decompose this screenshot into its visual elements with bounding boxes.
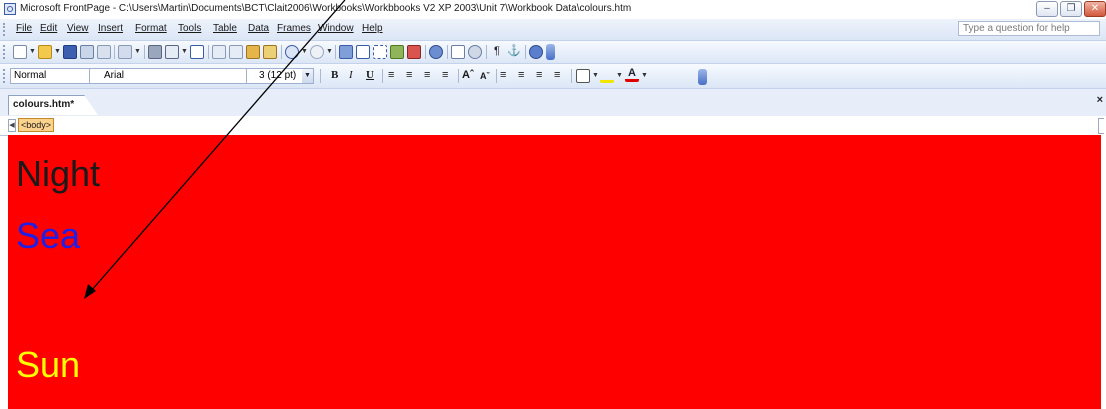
- spelling-icon[interactable]: [190, 45, 204, 59]
- menu-tools[interactable]: Tools: [178, 23, 201, 34]
- highlight-dropdown-icon[interactable]: ▼: [616, 72, 623, 79]
- font-color-dropdown-icon[interactable]: ▼: [641, 72, 648, 79]
- show-all-icon[interactable]: ¶: [490, 45, 504, 59]
- align-left-icon[interactable]: ≡: [388, 69, 394, 81]
- drawing-icon[interactable]: [407, 45, 421, 59]
- menu-file[interactable]: File: [16, 23, 32, 34]
- undo-icon[interactable]: [285, 45, 299, 59]
- folder-list-icon[interactable]: [118, 45, 132, 59]
- copy-icon[interactable]: [229, 45, 243, 59]
- redo-dropdown-icon[interactable]: ▼: [326, 48, 333, 55]
- document-tab-bar: colours.htm* ×: [0, 89, 1106, 117]
- body-tag-button[interactable]: <body>: [18, 118, 55, 132]
- open-dropdown-icon[interactable]: ▼: [54, 48, 61, 55]
- hyperlink-icon[interactable]: [429, 45, 443, 59]
- menu-edit[interactable]: Edit: [40, 23, 57, 34]
- cut-icon[interactable]: [212, 45, 226, 59]
- menu-grip-handle[interactable]: [3, 23, 8, 36]
- word-sea[interactable]: Sea: [16, 215, 80, 257]
- vertical-scrollbar[interactable]: [1101, 135, 1106, 409]
- borders-icon[interactable]: [576, 69, 590, 83]
- toolbar-grip-handle[interactable]: [3, 69, 8, 83]
- stop-icon[interactable]: [468, 45, 482, 59]
- word-sun[interactable]: Sun: [16, 344, 80, 386]
- bullets-icon[interactable]: ≡: [518, 69, 524, 81]
- style-value: Normal: [14, 70, 47, 81]
- decrease-indent-icon[interactable]: ≡: [536, 69, 542, 81]
- format-painter-icon[interactable]: [263, 45, 277, 59]
- insert-picture-icon[interactable]: [390, 45, 404, 59]
- tab-colours[interactable]: colours.htm*: [8, 95, 99, 115]
- justify-icon[interactable]: ≡: [442, 69, 448, 81]
- word-night[interactable]: Night: [16, 153, 100, 195]
- refresh-icon[interactable]: [451, 45, 465, 59]
- toggle-pane-dropdown-icon[interactable]: ▼: [134, 48, 141, 55]
- quick-tag-bar: ◀ <body>: [0, 116, 1106, 136]
- tag-bar-edge: [1098, 118, 1104, 134]
- toolbar-options-icon[interactable]: [698, 69, 707, 85]
- menu-data[interactable]: Data: [248, 23, 269, 34]
- bold-icon[interactable]: B: [331, 69, 338, 81]
- insert-table-icon[interactable]: [356, 45, 370, 59]
- web-component-icon[interactable]: [339, 45, 353, 59]
- save-icon[interactable]: [63, 45, 77, 59]
- font-select[interactable]: Arial ▼: [89, 68, 259, 84]
- scroll-left-icon[interactable]: ◀: [8, 119, 16, 132]
- menu-insert[interactable]: Insert: [98, 23, 123, 34]
- open-folder-icon[interactable]: [38, 45, 52, 59]
- toolbar-options-icon[interactable]: [546, 44, 555, 60]
- toolbar-grip-handle[interactable]: [3, 45, 8, 59]
- font-color-icon[interactable]: A: [625, 68, 639, 82]
- preview-icon[interactable]: [165, 45, 179, 59]
- print-icon[interactable]: [148, 45, 162, 59]
- italic-icon[interactable]: I: [349, 69, 353, 81]
- menu-view[interactable]: View: [67, 23, 89, 34]
- help-icon[interactable]: [529, 45, 543, 59]
- font-size-value: 3 (12 pt): [259, 70, 297, 81]
- redo-icon[interactable]: [310, 45, 324, 59]
- anchor-icon[interactable]: ⚓: [507, 45, 521, 59]
- font-size-select[interactable]: 3 (12 pt) ▼: [246, 68, 314, 84]
- align-center-icon[interactable]: ≡: [406, 69, 412, 81]
- menu-help[interactable]: Help: [362, 23, 383, 34]
- close-document-icon[interactable]: ×: [1097, 94, 1103, 106]
- paste-icon[interactable]: [246, 45, 260, 59]
- window-title: Microsoft FrontPage - C:\Users\Martin\Do…: [20, 3, 632, 14]
- menu-frames[interactable]: Frames: [277, 23, 311, 34]
- formatting-toolbar: Normal ▼ Arial ▼ 3 (12 pt) ▼ B I U ≡ ≡ ≡…: [0, 64, 1106, 89]
- underline-icon[interactable]: U: [366, 69, 374, 81]
- increase-font-size-icon[interactable]: Aˆ: [462, 69, 474, 81]
- title-bar: Microsoft FrontPage - C:\Users\Martin\Do…: [0, 0, 1106, 19]
- menu-table[interactable]: Table: [213, 23, 237, 34]
- increase-indent-icon[interactable]: ≡: [554, 69, 560, 81]
- search-icon[interactable]: [80, 45, 94, 59]
- menu-bar: File Edit View Insert Format Tools Table…: [0, 19, 1106, 41]
- frontpage-app-icon[interactable]: [4, 3, 16, 15]
- menu-window[interactable]: Window: [318, 23, 354, 34]
- restore-button[interactable]: ❐: [1060, 1, 1082, 17]
- minimize-button[interactable]: –: [1036, 1, 1058, 17]
- align-right-icon[interactable]: ≡: [424, 69, 430, 81]
- highlight-icon[interactable]: [600, 69, 614, 83]
- page-editor-canvas[interactable]: Night Sea Sun: [8, 135, 1101, 409]
- decrease-font-size-icon[interactable]: Aˇ: [480, 71, 490, 81]
- close-window-button[interactable]: ✕: [1084, 1, 1106, 17]
- publish-icon[interactable]: [97, 45, 111, 59]
- new-dropdown-icon[interactable]: ▼: [29, 48, 36, 55]
- help-question-input[interactable]: Type a question for help: [958, 21, 1100, 36]
- borders-dropdown-icon[interactable]: ▼: [592, 72, 599, 79]
- new-page-icon[interactable]: [13, 45, 27, 59]
- preview-dropdown-icon[interactable]: ▼: [181, 48, 188, 55]
- menu-format[interactable]: Format: [135, 23, 167, 34]
- numbering-icon[interactable]: ≡: [500, 69, 506, 81]
- chevron-down-icon[interactable]: ▼: [302, 69, 313, 83]
- standard-toolbar: ▼ ▼ ▼ ▼ ▼ ▼ ¶ ⚓: [0, 41, 1106, 64]
- insert-layer-icon[interactable]: [373, 45, 387, 59]
- font-value: Arial: [104, 70, 125, 81]
- undo-dropdown-icon[interactable]: ▼: [301, 48, 308, 55]
